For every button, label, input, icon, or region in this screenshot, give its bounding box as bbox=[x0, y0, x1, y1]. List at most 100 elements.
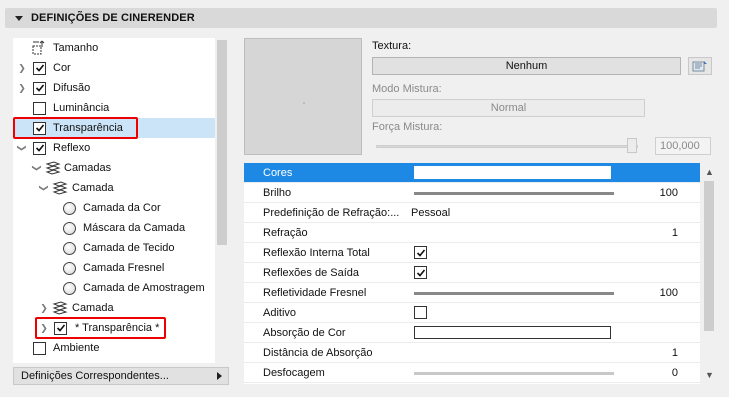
checkbox[interactable] bbox=[33, 141, 46, 155]
scrollbar-thumb[interactable] bbox=[704, 181, 714, 331]
blur-slider[interactable] bbox=[414, 372, 614, 375]
tree-item-color[interactable]: ❯ Cor bbox=[13, 58, 215, 78]
texture-folder-icon bbox=[692, 61, 707, 72]
settings-title: DEFINIÇÕES DE CINERENDER bbox=[31, 12, 195, 24]
material-preview bbox=[244, 38, 362, 155]
mix-strength-input[interactable]: 100,000 bbox=[655, 137, 711, 155]
checkbox[interactable] bbox=[414, 266, 427, 279]
texture-browse-button[interactable] bbox=[688, 57, 712, 75]
mix-strength-slider[interactable] bbox=[376, 145, 638, 148]
color-swatch[interactable] bbox=[414, 326, 611, 339]
tree-item-environment[interactable]: Ambiente bbox=[13, 338, 215, 358]
tree-item-label: Camada da Cor bbox=[83, 202, 161, 214]
property-value[interactable]: 100 bbox=[660, 287, 678, 299]
texture-label: Textura: bbox=[372, 40, 412, 52]
tree-item-size[interactable]: Tamanho bbox=[13, 38, 215, 58]
property-row-additive[interactable]: Aditivo bbox=[244, 303, 700, 323]
mix-mode-label: Modo Mistura: bbox=[372, 83, 442, 95]
property-row-absorption-distance[interactable]: Distância de Absorção 1 bbox=[244, 343, 700, 363]
channel-tree[interactable]: Tamanho ❯ Cor ❯ Difusão Luminância Trans… bbox=[13, 38, 229, 363]
property-name: Aditivo bbox=[263, 306, 297, 319]
tree-item-layer-2[interactable]: ❯ Camada bbox=[13, 298, 215, 318]
slider-fill bbox=[414, 192, 614, 195]
checkbox[interactable] bbox=[33, 81, 46, 95]
property-name: Reflexão Interna Total bbox=[263, 246, 370, 259]
tree-scrollbar[interactable] bbox=[215, 38, 229, 363]
chevron-down-icon[interactable]: ❯ bbox=[17, 144, 28, 152]
property-name: Refletividade Fresnel bbox=[263, 286, 367, 299]
checkbox[interactable] bbox=[33, 101, 46, 115]
tree-item-label: Difusão bbox=[53, 82, 91, 94]
settings-header[interactable]: DEFINIÇÕES DE CINERENDER bbox=[5, 8, 717, 28]
tree-item-sampling-layer[interactable]: Camada de Amostragem bbox=[13, 278, 215, 298]
property-name: Desfocagem bbox=[263, 366, 325, 379]
tree-item-label: Camada bbox=[72, 182, 114, 194]
checkbox[interactable] bbox=[33, 61, 46, 75]
texture-value: Nenhum bbox=[505, 60, 548, 72]
properties-scrollbar[interactable]: ▲ ▼ bbox=[701, 163, 717, 384]
property-value[interactable]: 0 bbox=[672, 367, 678, 379]
property-value[interactable]: Pessoal bbox=[411, 207, 450, 219]
property-name: Refração bbox=[263, 226, 308, 239]
layers-icon bbox=[45, 161, 61, 175]
property-row-fresnel-reflectivity[interactable]: Refletividade Fresnel 100 bbox=[244, 283, 700, 303]
tree-item-luminance[interactable]: Luminância bbox=[13, 98, 215, 118]
tree-item-diffusion[interactable]: ❯ Difusão bbox=[13, 78, 215, 98]
chevron-right-icon[interactable]: ❯ bbox=[18, 63, 26, 73]
tree-item-color-layer[interactable]: Camada da Cor bbox=[13, 198, 215, 218]
mix-mode-value: Normal bbox=[490, 102, 527, 114]
triangle-right-icon bbox=[217, 372, 222, 380]
chevron-down-icon[interactable]: ▼ bbox=[705, 371, 714, 380]
slider-fill bbox=[414, 292, 614, 295]
color-swatch[interactable] bbox=[414, 166, 611, 179]
property-row-refraction-preset[interactable]: Predefinição de Refração:... Pessoal bbox=[244, 203, 700, 223]
properties-list[interactable]: Cores Brilho 100 Predefinição de Refraçã… bbox=[244, 163, 700, 384]
tree-item-label: Ambiente bbox=[53, 342, 100, 354]
property-row-color-absorption[interactable]: Absorção de Cor bbox=[244, 323, 700, 343]
mix-strength-slider-thumb[interactable] bbox=[627, 138, 637, 153]
checkbox[interactable] bbox=[33, 341, 46, 355]
tree-item-label: Cor bbox=[53, 62, 71, 74]
property-row-refraction[interactable]: Refração 1 bbox=[244, 223, 700, 243]
property-row-blur[interactable]: Desfocagem 0 bbox=[244, 363, 700, 383]
property-name: Absorção de Cor bbox=[263, 326, 346, 339]
shader-sphere-icon bbox=[63, 242, 76, 255]
property-value[interactable]: 100 bbox=[660, 187, 678, 199]
scrollbar-thumb[interactable] bbox=[217, 40, 227, 245]
tree-item-fresnel-layer[interactable]: Camada Fresnel bbox=[13, 258, 215, 278]
tree-item-fabric-layer[interactable]: Camada de Tecido bbox=[13, 238, 215, 258]
property-value[interactable]: 1 bbox=[672, 227, 678, 239]
property-row-exit-reflections[interactable]: Reflexões de Saída bbox=[244, 263, 700, 283]
mix-mode-dropdown[interactable]: Normal bbox=[372, 99, 645, 117]
chevron-up-icon[interactable]: ▲ bbox=[705, 168, 714, 177]
tree-item-reflection[interactable]: ❯ Reflexo bbox=[13, 138, 215, 158]
property-row-colors[interactable]: Cores bbox=[244, 163, 700, 183]
checkbox[interactable] bbox=[414, 246, 427, 259]
fresnel-slider[interactable] bbox=[414, 292, 614, 295]
tree-item-layer-mask[interactable]: Máscara da Camada bbox=[13, 218, 215, 238]
chevron-right-icon[interactable]: ❯ bbox=[18, 83, 26, 93]
matching-settings-button[interactable]: Definições Correspondentes... bbox=[13, 367, 229, 385]
tree-item-layers[interactable]: ❯ Camadas bbox=[13, 158, 215, 178]
tree-item-layer[interactable]: ❯ Camada bbox=[13, 178, 215, 198]
texture-picker-button[interactable]: Nenhum bbox=[372, 57, 681, 75]
property-row-total-internal-reflection[interactable]: Reflexão Interna Total bbox=[244, 243, 700, 263]
property-value[interactable]: 1 bbox=[672, 347, 678, 359]
brightness-slider[interactable] bbox=[414, 192, 614, 195]
chevron-down-icon[interactable]: ❯ bbox=[32, 164, 43, 172]
mix-strength-value: 100,000 bbox=[660, 140, 700, 152]
tree-item-label: Reflexo bbox=[53, 142, 91, 154]
shader-sphere-icon bbox=[63, 282, 76, 295]
matching-settings-label: Definições Correspondentes... bbox=[21, 370, 169, 382]
chevron-right-icon[interactable]: ❯ bbox=[40, 303, 48, 313]
property-name: Cores bbox=[263, 166, 293, 179]
highlight-box bbox=[13, 117, 138, 139]
property-row-brightness[interactable]: Brilho 100 bbox=[244, 183, 700, 203]
shader-sphere-icon bbox=[63, 262, 76, 275]
layers-icon bbox=[52, 301, 68, 315]
tree-item-label: Camada de Amostragem bbox=[83, 282, 205, 294]
property-name: Brilho bbox=[263, 186, 292, 199]
collapse-triangle-icon[interactable] bbox=[15, 15, 23, 21]
chevron-down-icon[interactable]: ❯ bbox=[39, 184, 50, 192]
checkbox[interactable] bbox=[414, 306, 427, 319]
